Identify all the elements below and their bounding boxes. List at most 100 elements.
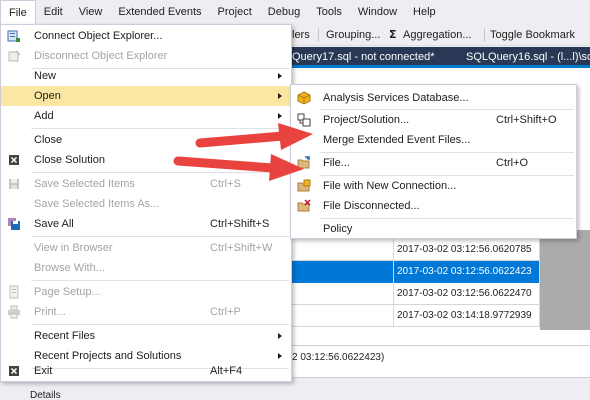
submenu-item-file-with-new-connection[interactable]: File with New Connection... [291,176,576,196]
print-icon [7,305,21,319]
menu-file[interactable]: File [0,0,36,25]
menu-item-label: Add [34,110,54,122]
submenu-item-label: Policy [323,223,353,235]
menu-item-shortcut: Ctrl+Shift+W [210,242,273,254]
menu-item-shortcut: Ctrl+S [210,178,241,190]
menu-tools[interactable]: Tools [308,0,350,24]
submenu-arrow-icon [278,73,282,79]
menu-item-open[interactable]: Open [1,86,291,106]
menu-item-view-in-browser[interactable]: View in Browser Ctrl+Shift+W [1,238,291,258]
menu-help[interactable]: Help [405,0,444,24]
toolbar-separator [484,28,485,42]
menu-item-new[interactable]: New [1,66,291,86]
menu-item-label: Close Solution [34,154,105,166]
menu-item-connect-object-explorer[interactable]: Connect Object Explorer... [1,26,291,46]
project-solution-icon [297,113,311,127]
submenu-item-label: Project/Solution... [323,114,410,126]
submenu-item-shortcut: Ctrl+Shift+O [496,114,557,126]
submenu-item-merge-extended-event-files[interactable]: Merge Extended Event Files... [291,130,576,150]
submenu-arrow-icon [278,353,282,359]
menu-item-save-selected-items[interactable]: Save Selected Items Ctrl+S [1,174,291,194]
menu-item-label: Open [34,90,61,102]
menu-item-save-selected-items-as[interactable]: Save Selected Items As... [1,194,291,214]
menu-item-label: Disconnect Object Explorer [34,50,168,62]
menu-item-label: Save Selected Items As... [34,198,160,210]
menu-item-disconnect-object-explorer[interactable]: Disconnect Object Explorer [1,46,291,66]
submenu-item-file-disconnected[interactable]: File Disconnected... [291,196,576,216]
submenu-item-label: Merge Extended Event Files... [323,134,471,146]
menu-project[interactable]: Project [210,0,260,24]
save-all-icon [7,217,21,231]
submenu-item-label: File... [323,157,350,169]
submenu-item-policy[interactable]: Policy [291,219,576,239]
tab-sqlquery16[interactable]: SQLQuery16.sql - (l...l)\sql [466,49,590,65]
menu-separator [31,236,289,237]
menu-item-label: Recent Files [34,330,96,342]
menu-item-page-setup[interactable]: Page Setup... [1,282,291,302]
connect-object-explorer-icon [7,29,21,43]
timestamp-cell: 2017-03-02 03:12:56.0622423 [394,261,540,283]
toolbar-separator [318,28,319,42]
menu-item-browse-with[interactable]: Browse With... [1,258,291,278]
menu-item-save-all[interactable]: Save All Ctrl+Shift+S [1,214,291,234]
toggle-bookmark-button[interactable]: Toggle Bookmark [490,27,575,43]
menu-item-add[interactable]: Add [1,106,291,126]
menu-item-shortcut: Ctrl+Shift+S [210,218,270,230]
menu-item-close-solution[interactable]: Close Solution [1,150,291,170]
grouping-button[interactable]: Grouping... [326,27,380,43]
menu-view[interactable]: View [71,0,111,24]
menu-item-label: Print... [34,306,66,318]
menu-item-shortcut: Alt+F4 [210,365,243,377]
disconnect-icon [7,49,21,63]
tab-sqlquery17[interactable]: Query17.sql - not connected* [292,49,452,65]
menu-bar: File Edit View Extended Events Project D… [0,0,590,25]
aggregation-button[interactable]: Aggregation... [403,27,472,43]
table-row-selected[interactable]: 2017-03-02 03:12:56.0622423 [290,261,540,283]
menu-separator [31,128,289,129]
details-text: 2 03:12:56.0622423) [292,352,385,363]
submenu-item-label: File with New Connection... [323,180,457,192]
submenu-item-label: Analysis Services Database... [323,92,469,104]
menu-item-shortcut: Ctrl+P [210,306,241,318]
open-file-icon [297,156,311,170]
submenu-arrow-icon [278,113,282,119]
file-menu-dropdown: Connect Object Explorer... Disconnect Ob… [0,24,292,382]
table-row[interactable]: 2017-03-02 03:12:56.0622470 [290,283,540,305]
grid-cell [290,239,394,261]
menu-item-label: Save Selected Items [34,178,135,190]
grid-cell [290,261,394,283]
menu-item-exit[interactable]: Exit Alt+F4 [1,361,291,381]
submenu-item-label: File Disconnected... [323,200,420,212]
menu-item-print[interactable]: Print... Ctrl+P [1,302,291,322]
menu-item-close[interactable]: Close [1,130,291,150]
sigma-icon: Σ [389,28,397,41]
save-icon [7,177,21,191]
menu-item-recent-files[interactable]: Recent Files [1,326,291,346]
menu-debug[interactable]: Debug [260,0,308,24]
menu-window[interactable]: Window [350,0,405,24]
grid-cell [290,283,394,305]
open-submenu: Analysis Services Database... Project/So… [290,84,577,239]
tab-details[interactable]: Details [30,390,61,400]
timestamp-cell: 2017-03-02 03:12:56.0620785 [394,239,540,261]
submenu-item-analysis-services-database[interactable]: Analysis Services Database... [291,88,576,108]
timestamp-cell: 2017-03-02 03:14:18.9772939 [394,305,540,327]
menu-edit[interactable]: Edit [36,0,71,24]
menu-item-label: Exit [34,365,53,377]
file-disconnected-icon [297,199,311,213]
table-row[interactable]: 2017-03-02 03:12:56.0620785 [290,239,540,261]
menu-extended-events[interactable]: Extended Events [110,0,209,24]
menu-item-label: View in Browser [34,242,113,254]
submenu-item-file[interactable]: File... Ctrl+O [291,153,576,173]
submenu-arrow-icon [278,93,282,99]
toolbar-partial-button[interactable]: lers [292,27,310,43]
menu-item-label: Close [34,134,63,146]
menu-separator [31,280,289,281]
table-row[interactable]: 2017-03-02 03:14:18.9772939 [290,305,540,327]
submenu-item-project-solution[interactable]: Project/Solution... Ctrl+Shift+O [291,110,576,130]
menu-item-label: Connect Object Explorer... [34,30,163,42]
menu-item-label: Browse With... [34,262,105,274]
submenu-item-shortcut: Ctrl+O [496,157,529,169]
submenu-arrow-icon [278,333,282,339]
exit-icon [7,364,21,378]
